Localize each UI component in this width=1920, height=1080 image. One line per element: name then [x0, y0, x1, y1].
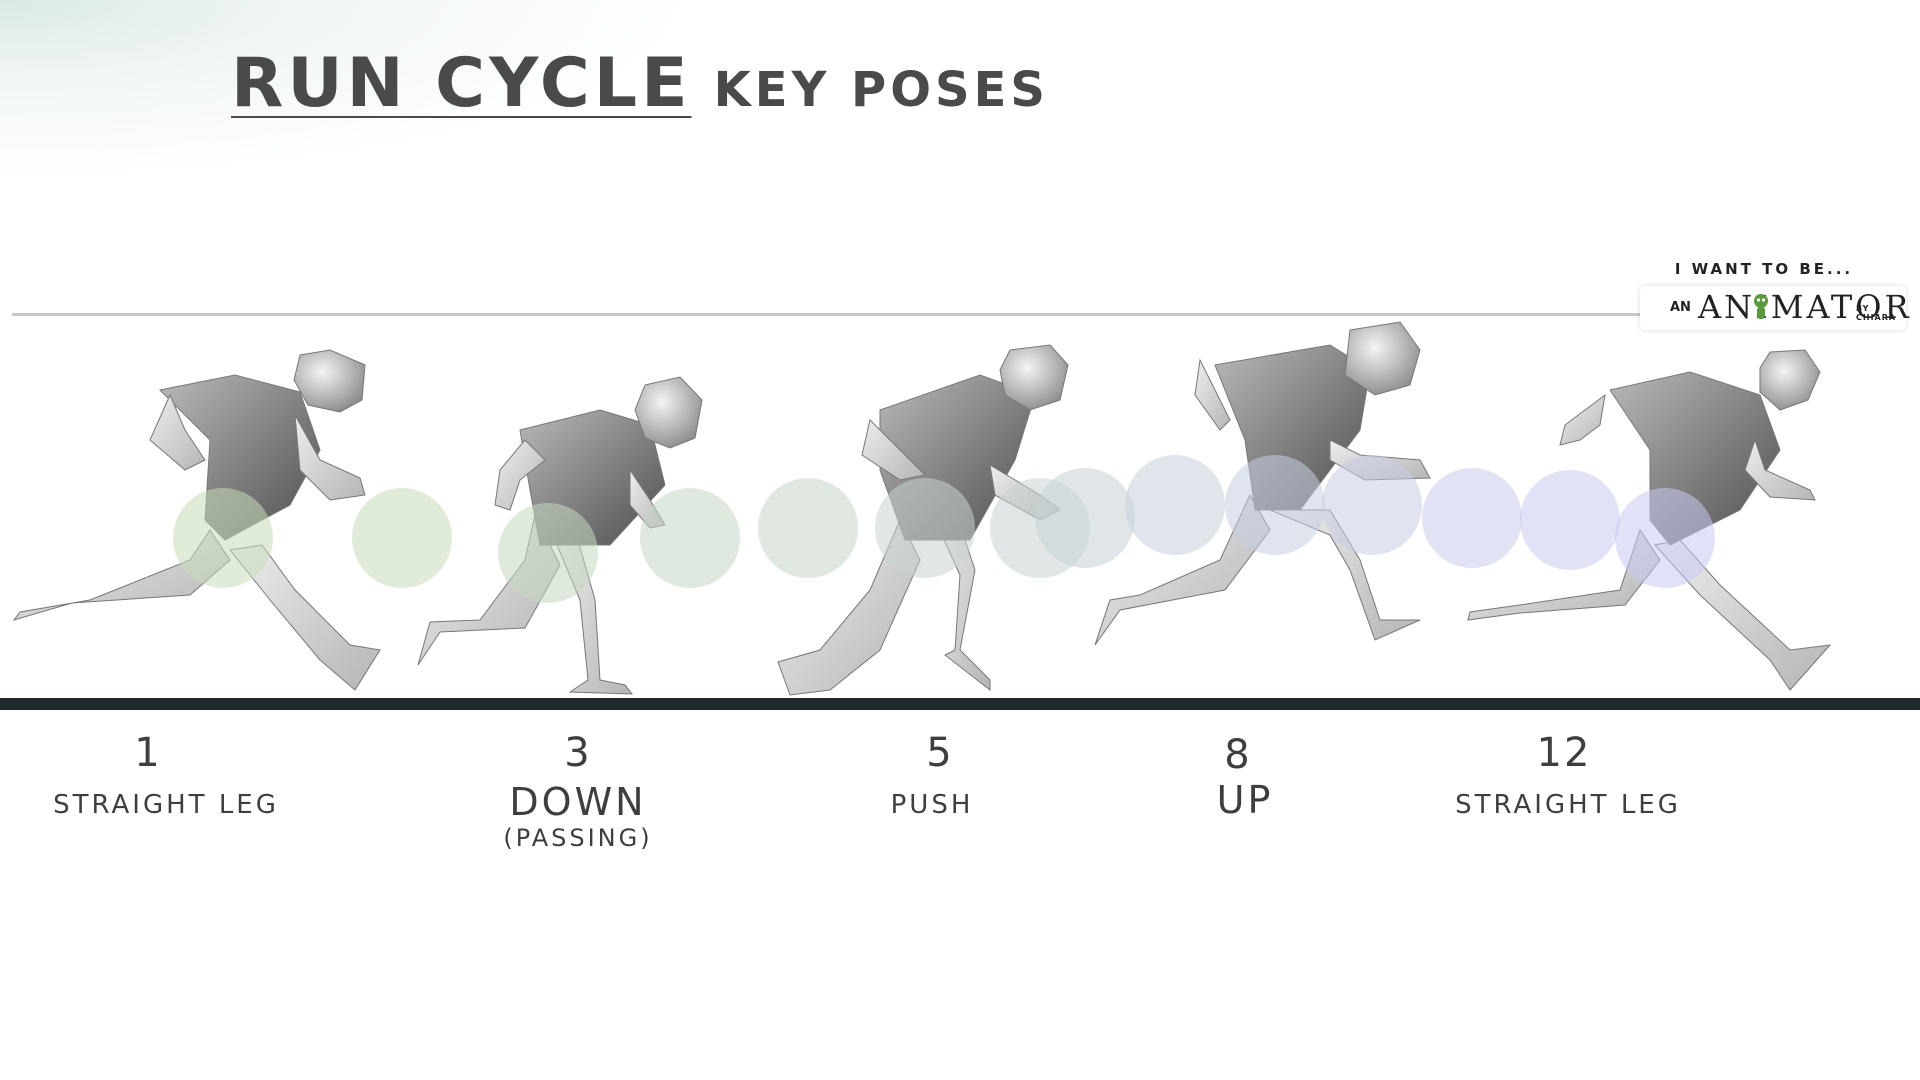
pose-note-3: (PASSING) [503, 824, 653, 852]
trail-circle [1225, 455, 1325, 555]
pose-frame-5: 5 [926, 730, 954, 776]
trail-circle [875, 478, 975, 578]
run-cycle-illustration [12, 321, 1832, 696]
trail-circle [498, 503, 598, 603]
pose-frame-1: 1 [134, 730, 162, 776]
pose-name-12: STRAIGHT LEG [1455, 790, 1681, 820]
trail-circle [173, 488, 273, 588]
pose-label-1: 1 STRAIGHT LEG [17, 730, 279, 820]
trail-circle [1520, 470, 1620, 570]
ground-line [0, 698, 1920, 710]
pose-frame-12: 12 [1536, 730, 1592, 776]
trail-circle [1322, 455, 1422, 555]
trail-circle [640, 488, 740, 588]
trail-circle [352, 488, 452, 588]
pose-label-8: 8 UP [1203, 732, 1274, 822]
trail-circle [1615, 488, 1715, 588]
pose-label-12: 12 STRAIGHT LEG [1447, 730, 1681, 820]
trail-circle [1125, 455, 1225, 555]
pose-frame-8: 8 [1224, 732, 1252, 778]
pose-name-5: PUSH [890, 790, 974, 820]
trail-circle [758, 478, 858, 578]
trail-circle [1035, 468, 1135, 568]
pose-name-3: DOWN [509, 780, 647, 824]
pose-label-5: 5 PUSH [891, 730, 974, 820]
trail-circle [1422, 468, 1522, 568]
pose-name-8: UP [1216, 778, 1274, 822]
pose-name-1: STRAIGHT LEG [53, 790, 279, 820]
pose-frame-3: 3 [564, 730, 592, 776]
pose-label-3: 3 DOWN (PASSING) [503, 730, 652, 852]
